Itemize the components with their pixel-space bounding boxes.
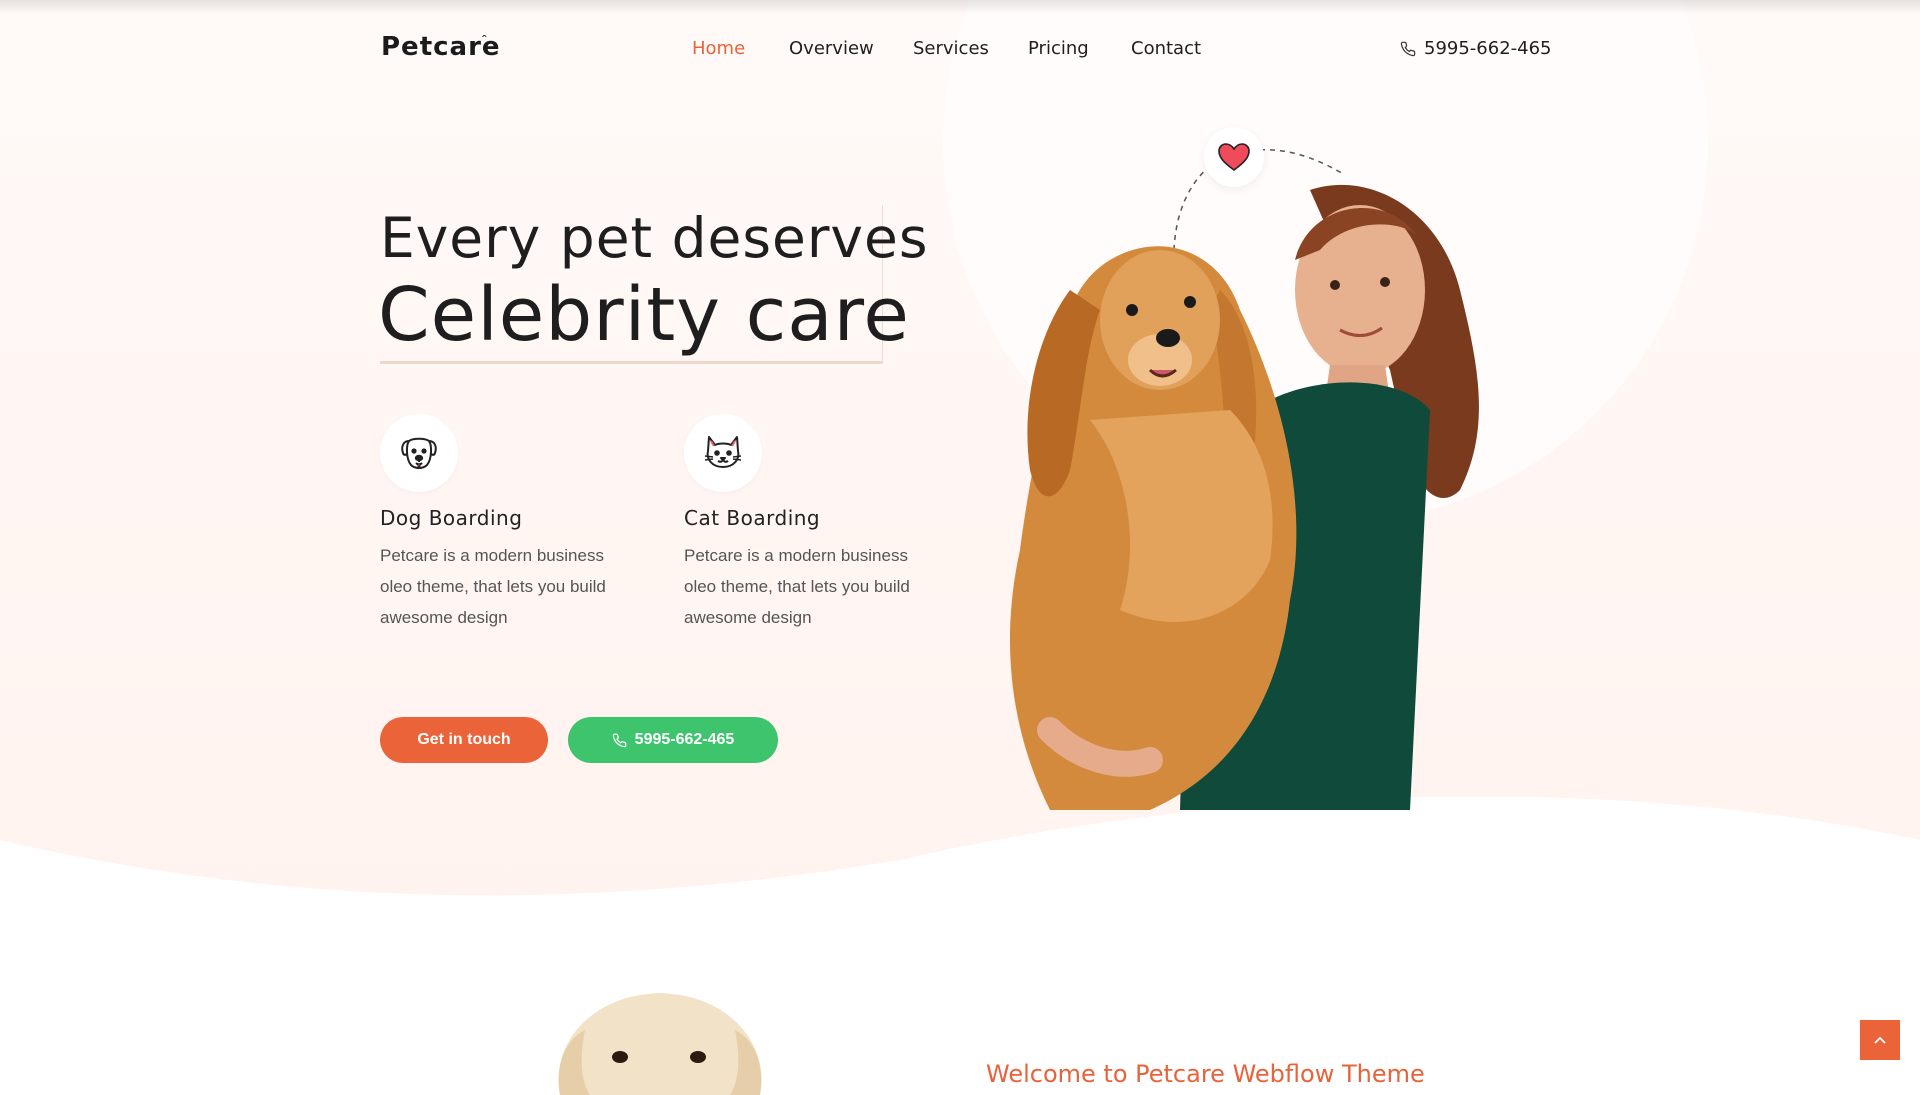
back-to-top-button[interactable] [1860, 1020, 1900, 1060]
top-shadow [0, 0, 1920, 14]
header-phone-link[interactable]: 5995-662-465 [1400, 38, 1552, 59]
hero-title-line2: Celebrity care [378, 272, 910, 358]
feature-cat-boarding: Cat Boarding Petcare is a modern busines… [684, 414, 924, 633]
feature-title: Cat Boarding [684, 506, 821, 530]
feature-dog-boarding: Dog Boarding Petcare is a modern busines… [380, 414, 620, 633]
hero-photo-woman-with-dog [1010, 184, 1479, 810]
call-phone-button[interactable]: 5995-662-465 [568, 717, 778, 763]
hero-wave-divider [0, 796, 1920, 950]
feature-text: Petcare is a modern business oleo theme,… [380, 546, 606, 627]
chevron-up-icon [1874, 1036, 1886, 1044]
golden-retriever-photo [558, 993, 762, 1095]
nav-pricing[interactable]: Pricing [1028, 38, 1089, 59]
brand-logo-mark: ˆ [482, 32, 487, 48]
cat-icon [704, 436, 742, 468]
phone-icon [1400, 41, 1416, 56]
nav-overview[interactable]: Overview [789, 38, 874, 59]
feature-icon-wrap [380, 414, 458, 492]
header-phone-number: 5995-662-465 [1424, 38, 1552, 59]
nav-services[interactable]: Services [913, 38, 989, 59]
phone-icon [612, 733, 627, 747]
nav-contact[interactable]: Contact [1131, 38, 1201, 59]
section-welcome-heading: Welcome to Petcare Webflow Theme [986, 1060, 1425, 1088]
hero-title-line1: Every pet deserves [380, 206, 929, 270]
get-in-touch-button[interactable]: Get in touch [380, 717, 548, 763]
get-in-touch-label: Get in touch [417, 731, 511, 748]
call-phone-label: 5995-662-465 [634, 731, 735, 748]
feature-icon-wrap [684, 414, 762, 492]
feature-text: Petcare is a modern business oleo theme,… [684, 546, 910, 627]
heart-icon [1218, 143, 1250, 171]
nav-home[interactable]: Home [692, 38, 745, 59]
feature-title: Dog Boarding [380, 506, 523, 530]
dog-icon [401, 437, 437, 469]
